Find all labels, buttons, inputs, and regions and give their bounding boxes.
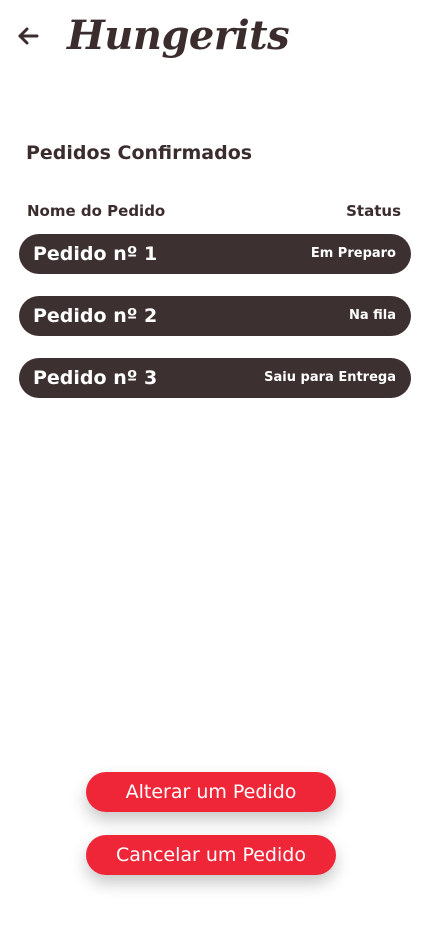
order-name: Pedido nº 1 [33, 243, 158, 265]
order-row[interactable]: Pedido nº 2 Na fila [19, 296, 411, 336]
order-row[interactable]: Pedido nº 3 Saiu para Entrega [19, 358, 411, 398]
order-status: Saiu para Entrega [264, 370, 396, 385]
order-status: Na fila [348, 308, 396, 323]
back-button[interactable] [14, 22, 42, 50]
orders-table-header: Nome do Pedido Status [27, 200, 401, 222]
column-header-name: Nome do Pedido [27, 202, 166, 220]
app-header: Hungerits [0, 0, 430, 80]
cancel-order-button[interactable]: Cancelar um Pedido [86, 835, 336, 875]
app-logo: Hungerits [67, 12, 290, 59]
page-title: Pedidos Confirmados [26, 142, 253, 164]
arrow-left-icon [18, 27, 39, 45]
alter-order-button[interactable]: Alterar um Pedido [86, 772, 336, 812]
order-name: Pedido nº 3 [33, 367, 158, 389]
order-row[interactable]: Pedido nº 1 Em Preparo [19, 234, 411, 274]
order-name: Pedido nº 2 [33, 305, 158, 327]
column-header-status: Status [346, 202, 401, 220]
order-status: Em Preparo [310, 246, 396, 261]
